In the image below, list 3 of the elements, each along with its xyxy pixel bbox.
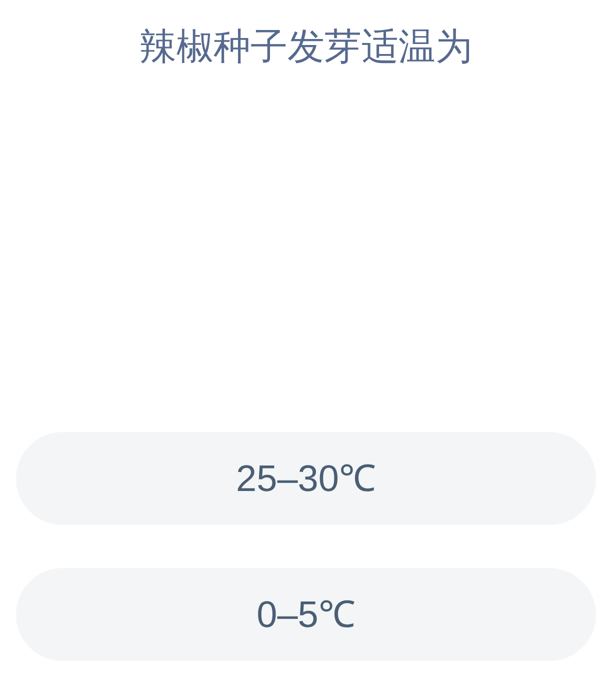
question-title: 辣椒种子发芽适温为 <box>140 25 472 69</box>
answer-option[interactable]: 0–5℃ <box>16 568 596 661</box>
answer-option[interactable]: 25–30℃ <box>16 432 596 525</box>
